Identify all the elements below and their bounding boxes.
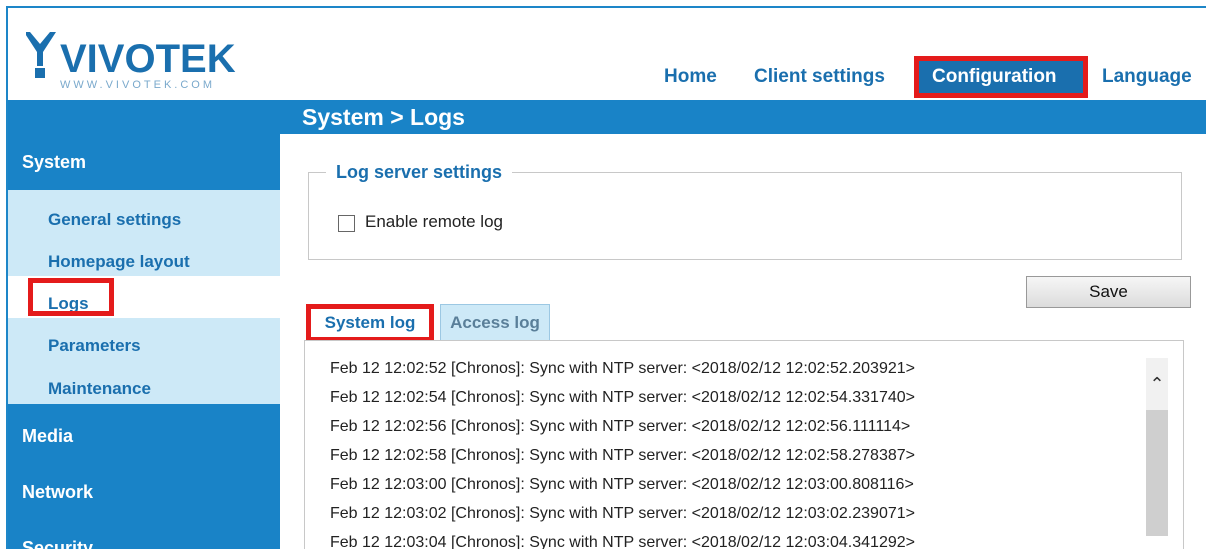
page-frame: VIVOTEK WWW.VIVOTEK.COM Home Client sett… [6,6,1206,549]
log-server-legend: Log server settings [326,162,513,183]
sidebar-item-homepage-layout[interactable]: Homepage layout [48,252,190,272]
nav-language[interactable]: Language [1102,66,1192,88]
sidebar: System General settings Homepage layout … [8,134,280,549]
logo-url: WWW.VIVOTEK.COM [60,79,215,91]
nav-home[interactable]: Home [664,66,717,88]
sidebar-item-maintenance[interactable]: Maintenance [48,379,151,399]
sidebar-section-network[interactable]: Network [22,482,93,503]
sidebar-section-media[interactable]: Media [22,426,73,447]
log-line: Feb 12 12:02:58 [Chronos]: Sync with NTP… [330,447,915,464]
vivotek-logo[interactable]: VIVOTEK WWW.VIVOTEK.COM [24,22,256,94]
sidebar-section-security[interactable]: Security [22,538,93,549]
enable-remote-log-label[interactable]: Enable remote log [365,212,503,232]
tab-system-log[interactable]: System log [306,304,434,342]
tab-access-log[interactable]: Access log [440,304,550,342]
log-line: Feb 12 12:02:54 [Chronos]: Sync with NTP… [330,389,915,406]
scroll-up-icon[interactable]: ⌃ [1146,358,1168,410]
sidebar-section-system[interactable]: System [22,152,86,173]
sidebar-item-general-settings[interactable]: General settings [48,210,181,230]
log-line: Feb 12 12:02:56 [Chronos]: Sync with NTP… [330,418,911,435]
logo-wordmark: VIVOTEK [60,37,236,81]
log-line: Feb 12 12:03:04 [Chronos]: Sync with NTP… [330,534,915,549]
log-line: Feb 12 12:03:02 [Chronos]: Sync with NTP… [330,505,915,522]
log-line: Feb 12 12:02:52 [Chronos]: Sync with NTP… [330,360,915,377]
breadcrumb: System > Logs [302,104,465,130]
sidebar-item-parameters[interactable]: Parameters [48,336,141,356]
log-line: Feb 12 12:03:00 [Chronos]: Sync with NTP… [330,476,914,493]
title-bar: System > Logs [8,100,1206,134]
enable-remote-log-checkbox[interactable] [338,215,355,232]
nav-configuration[interactable]: Configuration [932,66,1057,88]
header: VIVOTEK WWW.VIVOTEK.COM Home Client sett… [8,8,1206,100]
save-button[interactable]: Save [1026,276,1191,308]
nav-client-settings[interactable]: Client settings [754,66,885,88]
sidebar-logs-highlight [28,278,114,316]
